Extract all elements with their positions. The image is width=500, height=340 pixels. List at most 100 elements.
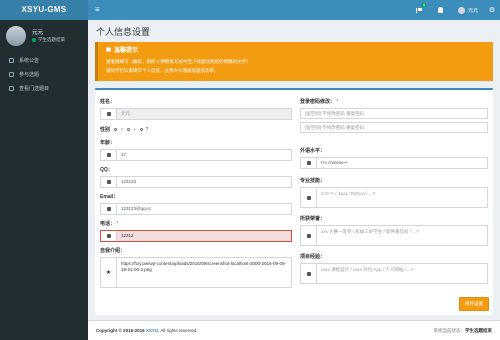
flag-icon <box>415 7 422 13</box>
gender-row: 性别 ♂ ♀ ? <box>100 126 292 134</box>
star-icon: ★ <box>101 258 117 287</box>
rights-text: All rights reserved. <box>160 328 198 333</box>
email-input[interactable]: 123123@qq.cc <box>117 204 291 214</box>
intro-field[interactable]: ★ https://hzy.pw/wp-content/uploads/2016… <box>100 257 292 288</box>
male-icon: ♂ <box>120 126 124 133</box>
gender-options: ♂ ♀ ? <box>114 127 148 133</box>
phone-input[interactable]: 12312 <box>117 231 291 241</box>
info-icon <box>106 47 111 52</box>
notifications-button[interactable]: 4 <box>408 0 430 20</box>
age-field[interactable]: 17 <box>100 149 292 161</box>
footer-copyright: Copyright © 2016-2016 XSYU. All rights r… <box>96 321 198 340</box>
callout-line-1: 请准确填写（编号，别的 3 种联系方式中至少有能找到您的简要的文字） <box>106 59 251 64</box>
code-icon <box>301 264 317 283</box>
content-area: 个人信息设置 温馨提示 请准确填写（编号，别的 3 种联系方式中至少有能找到您的… <box>88 20 500 320</box>
gender-radio-male[interactable] <box>114 128 118 131</box>
projects-textarea[interactable]: xxxx 课程设计 / xxxx 外包 App / 个人网站 / ...? <box>317 264 487 283</box>
gender-label: 性别 <box>100 127 111 133</box>
page-title: 个人信息设置 <box>96 27 151 37</box>
avatar <box>457 6 465 14</box>
sidebar-item-announcements[interactable]: 系统公告 <box>0 53 88 67</box>
calendar-icon <box>101 150 117 160</box>
gear-icon[interactable]: ⚙ <box>484 0 500 20</box>
form-left-column: 姓名： 元元 性别 ♂ ♀ ? 年龄： 17 QQ： 123123 Email：… <box>100 98 292 288</box>
copyright-text: Copyright © 2016-2016 <box>96 328 145 333</box>
user-icon <box>101 109 117 119</box>
qq-icon <box>101 177 117 187</box>
navbar-right: 4 元元 ⚙ <box>408 0 500 20</box>
skills-label: 专业技能： <box>300 178 326 184</box>
email-field[interactable]: 123123@qq.cc <box>100 203 292 215</box>
honors-field[interactable]: xxx 大赛一等奖 / 校级三好学生 / 软件著作权 / ...? <box>300 225 488 246</box>
callout-title-text: 温馨提示 <box>114 48 139 54</box>
alerts-button[interactable] <box>430 0 452 20</box>
password-confirm-input[interactable]: [留空则] 不修改密码 重复密码 <box>300 122 488 133</box>
gender-radio-unknown[interactable] <box>139 128 143 131</box>
phone-label-row: 电话： * <box>100 220 292 227</box>
age-label: 年龄： <box>100 140 116 146</box>
required-mark: * <box>116 221 119 227</box>
list-icon <box>9 85 14 91</box>
sidebar-item-label: 系统公告 <box>19 57 40 64</box>
password-label-row: 登录密码修改： * <box>300 98 488 105</box>
sidebar-item-select-topic[interactable]: 参与选题 <box>0 67 88 81</box>
intro-label: 自我介绍： <box>100 248 126 254</box>
sidebar-user-name: 元元 <box>32 30 44 36</box>
phone-field[interactable]: 12312 <box>100 230 292 242</box>
phone-label: 电话： <box>100 221 116 227</box>
status-label: 系统当前状态： <box>433 328 466 333</box>
language-input[interactable]: I'm chinese~! <box>317 158 487 168</box>
footer-brand-link[interactable]: XSYU. <box>146 328 160 333</box>
save-button[interactable]: 保存设置 <box>459 297 489 311</box>
phone-icon <box>101 231 117 241</box>
callout-title: 温馨提示 <box>106 45 485 54</box>
footer: Copyright © 2016-2016 XSYU. All rights r… <box>88 320 500 340</box>
avatar <box>6 26 26 46</box>
language-field[interactable]: I'm chinese~! <box>300 157 488 169</box>
sidebar-item-view-topics[interactable]: 查看门选题目 <box>0 81 88 95</box>
status-text: 学生选题结束 <box>38 37 65 42</box>
password-input[interactable]: [留空则] 不修改密码 重复密码 <box>300 108 488 119</box>
email-label: Email： <box>100 194 119 200</box>
qq-field[interactable]: 123123 <box>100 176 292 188</box>
pencil-icon <box>9 71 14 77</box>
footer-status: 系统当前状态：学生选题结束 <box>434 321 493 340</box>
profile-form-box: 姓名： 元元 性别 ♂ ♀ ? 年龄： 17 QQ： 123123 Email：… <box>95 88 493 315</box>
status-value: 学生选题结束 <box>465 328 492 333</box>
form-right-column: 登录密码修改： * [留空则] 不修改密码 重复密码 [留空则] 不修改密码 重… <box>300 98 488 284</box>
sidebar: 元元 学生选题结束 系统公告 参与选题 查看门选题目 <box>0 20 88 340</box>
callout-line-2: 请同学们认真填写个人信息，这将大大增加选题成功率。 <box>106 68 219 73</box>
status-dot-icon <box>32 38 36 42</box>
name-field: 元元 <box>100 108 292 120</box>
projects-label: 项目经验： <box>300 254 326 260</box>
name-value: 元元 <box>117 109 291 119</box>
honors-textarea[interactable]: xxx 大赛一等奖 / 校级三好学生 / 软件著作权 / ...? <box>317 226 487 245</box>
sidebar-toggle-icon[interactable]: ≡ <box>95 5 100 15</box>
unknown-icon: ? <box>145 126 149 133</box>
projects-field[interactable]: xxxx 课程设计 / xxxx 外包 App / 个人网站 / ...? <box>300 263 488 284</box>
notifications-badge: 4 <box>422 3 426 7</box>
warning-callout: 温馨提示 请准确填写（编号，别的 3 种联系方式中至少有能找到您的简要的文字） … <box>95 42 493 81</box>
qq-label: QQ： <box>100 167 113 173</box>
bulletin-icon <box>9 57 14 63</box>
user-menu[interactable]: 元元 <box>452 6 484 14</box>
skills-textarea[interactable]: C/C++ / Java / Python / ...? <box>317 188 487 207</box>
password-label: 登录密码修改： <box>300 99 336 105</box>
sidebar-item-label: 查看门选题目 <box>19 85 50 92</box>
navbar-user-name: 元元 <box>467 7 478 14</box>
qq-input[interactable]: 123123 <box>117 177 291 187</box>
required-mark: * <box>336 99 339 105</box>
envelope-icon <box>101 204 117 214</box>
comment-icon <box>301 158 317 168</box>
trophy-icon <box>301 226 317 245</box>
app-logo[interactable]: XSYU-GMS <box>0 0 88 20</box>
skills-field[interactable]: C/C++ / Java / Python / ...? <box>300 187 488 208</box>
bell-icon <box>438 7 444 13</box>
top-navbar: XSYU-GMS ≡ 4 元元 ⚙ <box>0 0 500 20</box>
gender-radio-female[interactable] <box>126 128 130 131</box>
female-icon: ♀ <box>132 126 137 133</box>
laptop-icon <box>301 188 317 207</box>
name-label: 姓名： <box>100 99 116 105</box>
age-input[interactable]: 17 <box>117 150 291 160</box>
intro-textarea[interactable]: https://hzy.pw/wp-content/uploads/2016/0… <box>117 258 291 287</box>
